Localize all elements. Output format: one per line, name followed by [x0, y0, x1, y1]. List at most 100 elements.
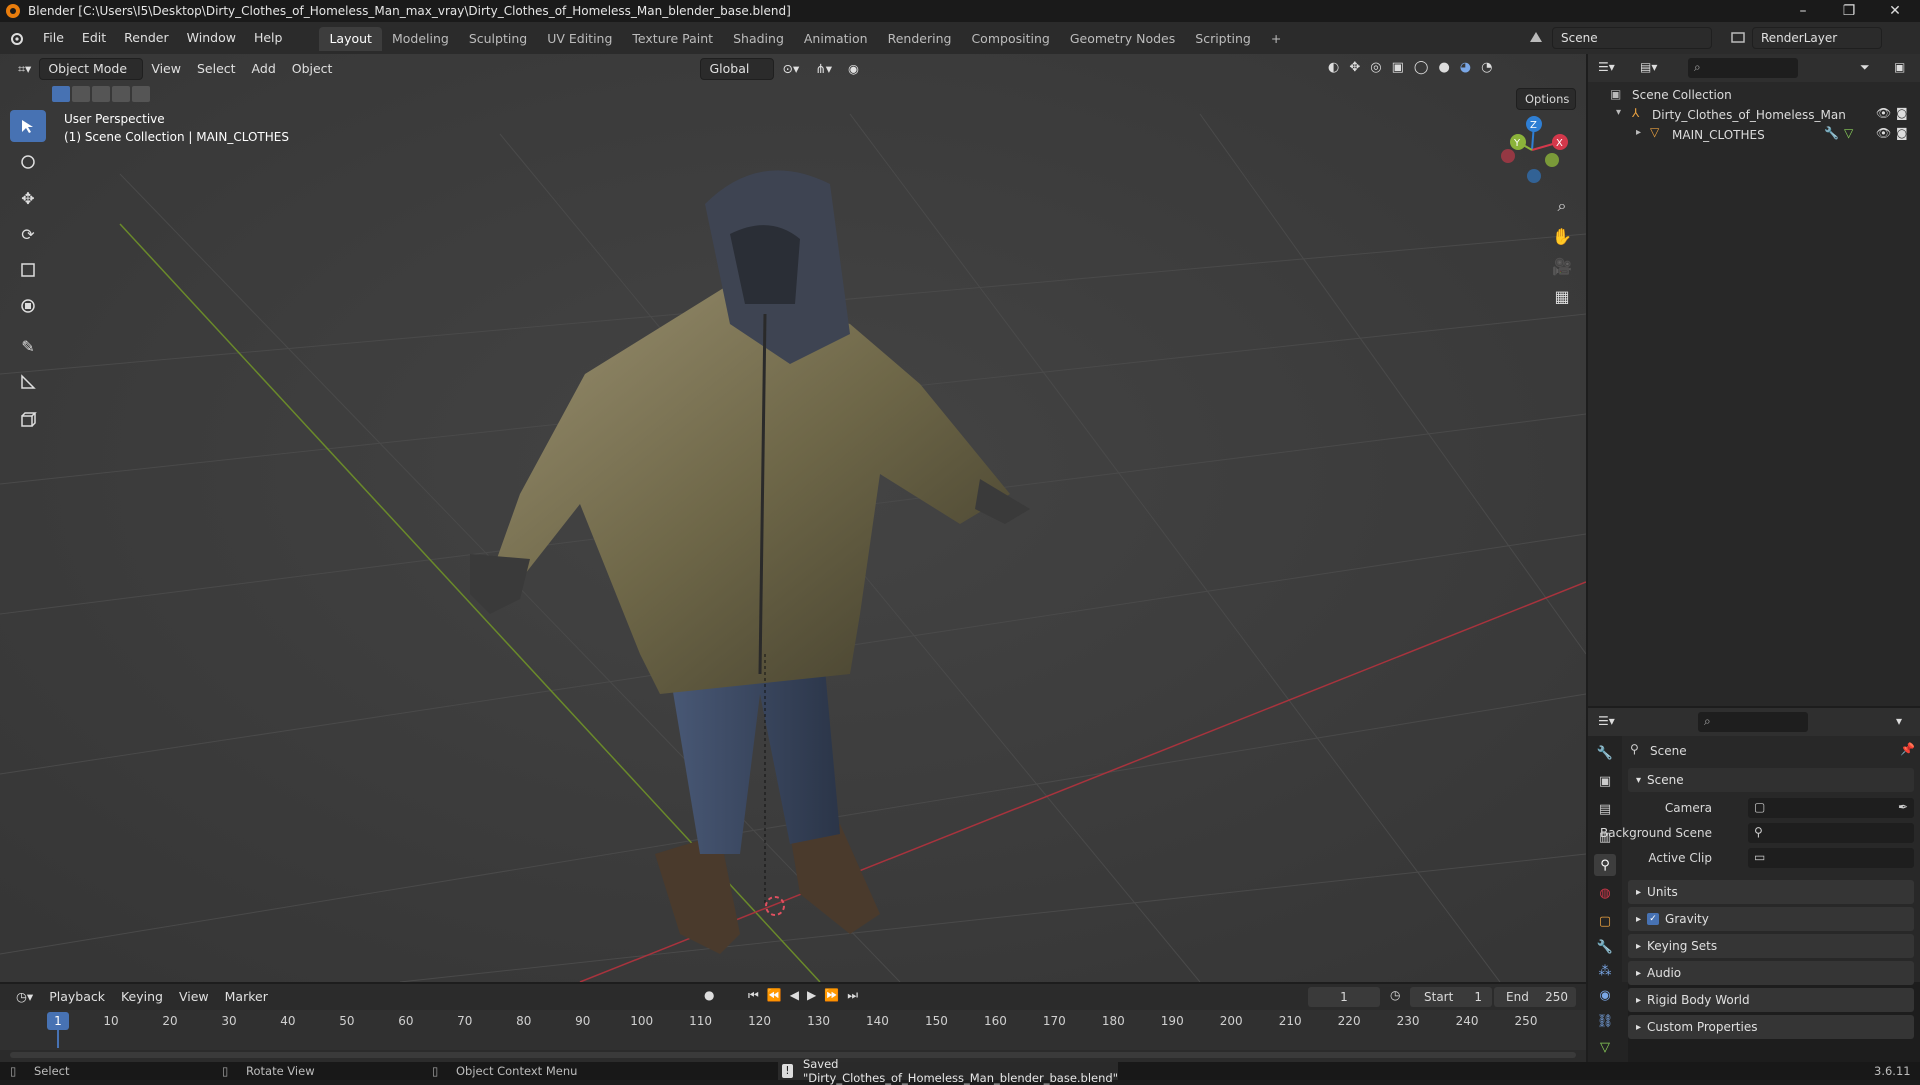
modifier-icon[interactable]: 🔧 — [1824, 126, 1839, 140]
menu-add[interactable]: Add — [244, 58, 284, 80]
maximize-button[interactable]: ❐ — [1826, 0, 1872, 22]
camera-icon[interactable]: ◙ — [1896, 106, 1908, 120]
solid-shading-icon[interactable]: ● — [1438, 60, 1449, 75]
display-mode-icon[interactable]: ▤▾ — [1640, 60, 1657, 74]
timeline-scrollbar[interactable] — [10, 1052, 1576, 1058]
options-button[interactable]: Options — [1516, 88, 1576, 110]
close-button[interactable]: ✕ — [1872, 0, 1918, 22]
eye-icon[interactable]: 👁 — [1876, 106, 1891, 120]
constraints-tab-icon[interactable]: ⛓ — [1594, 1010, 1616, 1032]
camera-field[interactable]: ▢ ✒ — [1748, 798, 1914, 818]
tab-sculpting[interactable]: Sculpting — [459, 27, 537, 51]
world-tab-icon[interactable]: ◍ — [1594, 882, 1616, 904]
tab-animation[interactable]: Animation — [794, 27, 878, 51]
camera-icon[interactable]: ◙ — [1896, 126, 1908, 140]
outliner-item-dirty-clothes[interactable]: Dirty_Clothes_of_Homeless_Man — [1652, 108, 1846, 122]
menu-view[interactable]: View — [143, 58, 189, 80]
tab-layout[interactable]: Layout — [319, 27, 382, 51]
select-invert-icon[interactable] — [112, 86, 130, 102]
tab-uv-editing[interactable]: UV Editing — [537, 27, 622, 51]
new-collection-icon[interactable]: ▣ — [1894, 60, 1905, 74]
snap-icon[interactable]: ⋔▾ — [807, 58, 840, 80]
select-subtract-icon[interactable] — [92, 86, 110, 102]
physics-tab-icon[interactable]: ◉ — [1594, 984, 1616, 1006]
gizmo-toggle-icon[interactable]: ✥ — [1349, 60, 1360, 75]
output-tab-icon[interactable]: ▤ — [1594, 798, 1616, 820]
properties-search-input[interactable]: ⌕ — [1698, 712, 1808, 732]
perspective-toggle-icon[interactable]: ▦ — [1548, 282, 1576, 310]
filter-icon[interactable]: ⏷ — [1860, 60, 1870, 75]
transform-orientation[interactable]: Global — [700, 58, 775, 80]
menu-window[interactable]: Window — [178, 22, 245, 54]
tab-texture-paint[interactable]: Texture Paint — [622, 27, 723, 51]
camera-view-icon[interactable]: 🎥 — [1548, 252, 1576, 280]
zoom-icon[interactable]: ⌕ — [1548, 192, 1576, 220]
minimize-button[interactable]: – — [1780, 0, 1826, 22]
measure-tool[interactable] — [10, 366, 46, 398]
select-intersect-icon[interactable] — [132, 86, 150, 102]
transform-tool[interactable] — [10, 290, 46, 322]
outliner-search-input[interactable]: ⌕ — [1688, 58, 1798, 78]
particles-tab-icon[interactable]: ⁂ — [1594, 960, 1616, 982]
menu-help[interactable]: Help — [245, 22, 292, 54]
expand-icon[interactable]: ▸ — [1636, 127, 1641, 138]
annotate-tool[interactable]: ✎ — [10, 330, 46, 362]
background-scene-field[interactable]: ⚲ — [1748, 823, 1914, 843]
expand-icon[interactable]: ▾ — [1616, 107, 1621, 118]
menu-select[interactable]: Select — [189, 58, 244, 80]
scale-tool[interactable] — [10, 254, 46, 286]
eye-icon[interactable]: 👁 — [1876, 126, 1891, 140]
overlay-toggle-icon[interactable]: ◎ — [1370, 60, 1381, 75]
select-extend-icon[interactable] — [72, 86, 90, 102]
blender-menu-icon[interactable] — [0, 30, 34, 46]
scene-selector[interactable]: Scene — [1552, 27, 1712, 49]
audio-panel[interactable]: ▸ Audio — [1628, 961, 1914, 985]
proportional-edit-icon[interactable]: ◉ — [840, 58, 867, 80]
keying-sets-panel[interactable]: ▸ Keying Sets — [1628, 934, 1914, 958]
tab-rendering[interactable]: Rendering — [878, 27, 962, 51]
tab-shading[interactable]: Shading — [723, 27, 794, 51]
add-workspace-button[interactable]: + — [1261, 27, 1291, 51]
rigid-body-world-panel[interactable]: ▸ Rigid Body World — [1628, 988, 1914, 1012]
chevron-down-icon[interactable]: ▾ — [1896, 714, 1902, 728]
rendered-shading-icon[interactable]: ◔ — [1481, 60, 1492, 75]
tool-tab-icon[interactable]: 🔧 — [1594, 742, 1616, 764]
scene-tab-icon[interactable]: ⚲ — [1594, 854, 1616, 876]
gravity-panel[interactable]: ▸ ✓ Gravity — [1628, 907, 1914, 931]
rotate-tool[interactable]: ⟳ — [10, 218, 46, 250]
mode-selector[interactable]: Object Mode — [39, 58, 144, 80]
gravity-checkbox[interactable]: ✓ — [1647, 913, 1660, 925]
tab-compositing[interactable]: Compositing — [961, 27, 1059, 51]
eyedropper-icon[interactable]: ✒ — [1898, 800, 1908, 814]
units-panel[interactable]: ▸ Units — [1628, 880, 1914, 904]
add-cube-tool[interactable] — [10, 404, 46, 436]
wireframe-shading-icon[interactable]: ◯ — [1414, 60, 1429, 75]
scene-icon[interactable] — [1524, 26, 1548, 48]
render-layer-selector[interactable]: RenderLayer — [1752, 27, 1882, 49]
cursor-tool[interactable] — [10, 146, 46, 178]
render-layer-icon[interactable] — [1726, 26, 1750, 48]
tab-modeling[interactable]: Modeling — [382, 27, 459, 51]
pivot-icon[interactable]: ⊙▾ — [774, 58, 807, 80]
pan-hand-icon[interactable]: ✋ — [1548, 222, 1576, 250]
scene-section-header[interactable]: ▾ Scene — [1628, 768, 1914, 792]
properties-editor-icon[interactable]: ☰▾ — [1598, 714, 1615, 728]
select-new-icon[interactable] — [52, 86, 70, 102]
render-tab-icon[interactable]: ▣ — [1594, 770, 1616, 792]
select-box-tool[interactable] — [10, 110, 46, 142]
mesh-data-icon[interactable]: ▽ — [1844, 126, 1853, 140]
xray-icon[interactable]: ▣ — [1392, 60, 1404, 75]
menu-edit[interactable]: Edit — [73, 22, 115, 54]
editor-type-icon[interactable]: ⌗▾ — [10, 58, 39, 80]
tab-geometry-nodes[interactable]: Geometry Nodes — [1060, 27, 1185, 51]
scene-collection-label[interactable]: Scene Collection — [1632, 88, 1732, 102]
move-tool[interactable]: ✥ — [10, 182, 46, 214]
visibility-icon[interactable]: ◐ — [1328, 60, 1339, 75]
menu-render[interactable]: Render — [115, 22, 178, 54]
material-shading-icon[interactable]: ◕ — [1460, 60, 1471, 75]
menu-file[interactable]: File — [34, 22, 73, 54]
object-tab-icon[interactable]: ▢ — [1594, 910, 1616, 932]
outliner-editor-icon[interactable]: ☰▾ — [1598, 60, 1615, 74]
active-clip-field[interactable]: ▭ — [1748, 848, 1914, 868]
navigation-gizmo[interactable]: Z X Y — [1490, 110, 1570, 190]
